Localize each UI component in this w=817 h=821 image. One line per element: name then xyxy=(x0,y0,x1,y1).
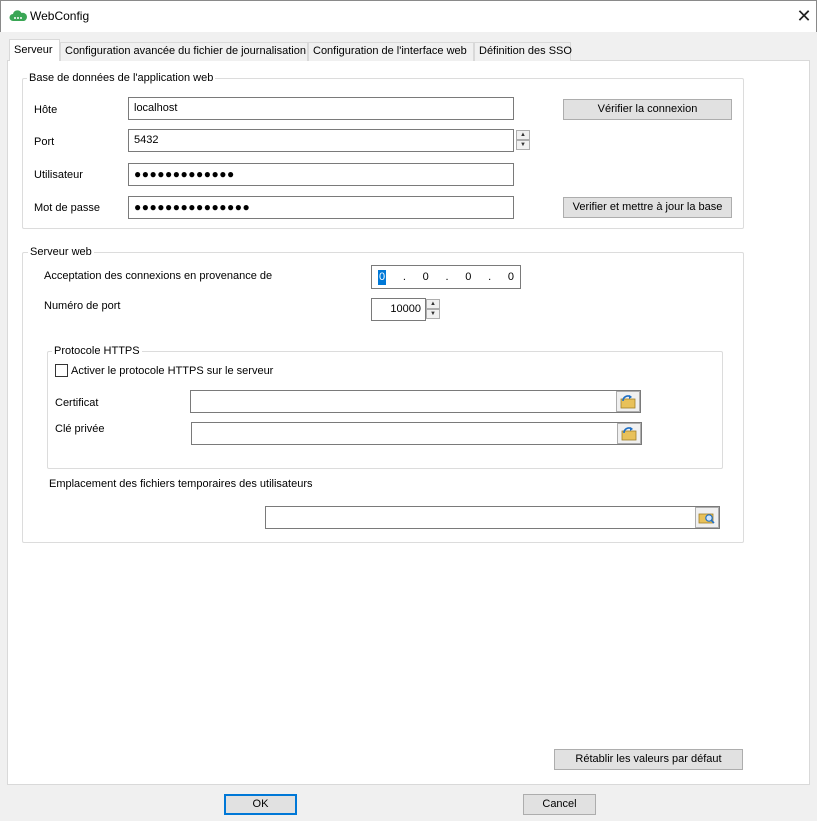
ip-separator: . xyxy=(402,270,406,283)
ip-separator: . xyxy=(445,270,449,283)
password-label: Mot de passe xyxy=(34,202,101,214)
cancel-button[interactable]: Cancel xyxy=(523,794,596,815)
host-label: Hôte xyxy=(34,104,58,116)
host-input[interactable]: localhost xyxy=(128,97,514,120)
ip-octet-4[interactable]: 0 xyxy=(508,270,514,285)
private-key-label: Clé privée xyxy=(55,423,105,435)
database-legend: Base de données de l'application web xyxy=(27,72,216,84)
web-port-label: Numéro de port xyxy=(44,300,121,312)
ip-separator: . xyxy=(488,270,492,283)
ip-octet-3[interactable]: 0 xyxy=(465,270,471,285)
port-down-arrow-icon[interactable]: ▼ xyxy=(516,140,530,150)
accept-label: Acceptation des connexions en provenance… xyxy=(44,270,273,282)
title-bar xyxy=(0,0,817,32)
certificate-input[interactable] xyxy=(190,390,641,413)
https-enable-label[interactable]: Activer le protocole HTTPS sur le serveu… xyxy=(71,365,273,377)
https-legend: Protocole HTTPS xyxy=(52,345,142,357)
temp-location-label: Emplacement des fichiers temporaires des… xyxy=(49,478,313,490)
port-up-arrow-icon[interactable]: ▲ xyxy=(516,130,530,140)
folder-search-icon xyxy=(698,513,715,524)
reset-defaults-button[interactable]: Rétablir les valeurs par défaut xyxy=(554,749,743,770)
temp-location-input[interactable] xyxy=(265,506,720,529)
private-key-input[interactable] xyxy=(191,422,642,445)
app-cloud-icon xyxy=(9,10,27,21)
port-label: Port xyxy=(34,136,55,148)
open-folder-icon xyxy=(621,427,637,441)
password-input[interactable]: ●●●●●●●●●●●●●●● xyxy=(128,196,514,219)
tab-sso[interactable]: Définition des SSO xyxy=(474,42,572,61)
webserver-legend: Serveur web xyxy=(28,246,94,258)
private-key-browse-button[interactable] xyxy=(617,423,641,444)
ip-octet-2[interactable]: 0 xyxy=(423,270,429,285)
ip-octet-1[interactable]: 0 xyxy=(378,269,387,285)
web-port-input[interactable]: 10000 xyxy=(371,298,426,321)
check-connection-button[interactable]: Vérifier la connexion xyxy=(563,99,732,120)
user-label: Utilisateur xyxy=(34,169,83,181)
certificate-browse-button[interactable] xyxy=(616,391,640,412)
port-input[interactable]: 5432 xyxy=(128,129,514,152)
temp-location-browse-button[interactable] xyxy=(695,507,719,528)
ok-button[interactable]: OK xyxy=(224,794,297,815)
web-port-down-arrow-icon[interactable]: ▼ xyxy=(426,309,440,319)
web-port-up-arrow-icon[interactable]: ▲ xyxy=(426,299,440,309)
tab-serveur[interactable]: Serveur xyxy=(9,39,60,61)
user-input[interactable]: ●●●●●●●●●●●●● xyxy=(128,163,514,186)
window-title: WebConfig xyxy=(30,9,90,23)
https-enable-checkbox[interactable] xyxy=(55,364,68,377)
tab-log-config[interactable]: Configuration avancée du fichier de jour… xyxy=(60,42,308,61)
check-update-db-button[interactable]: Verifier et mettre à jour la base xyxy=(563,197,732,218)
close-icon[interactable]: ✕ xyxy=(791,3,817,29)
certificate-label: Certificat xyxy=(55,397,99,409)
ip-address-field[interactable]: 0 . 0 . 0 . 0 xyxy=(371,265,521,289)
open-folder-icon xyxy=(620,395,636,409)
tab-web-interface[interactable]: Configuration de l'interface web xyxy=(308,42,474,61)
